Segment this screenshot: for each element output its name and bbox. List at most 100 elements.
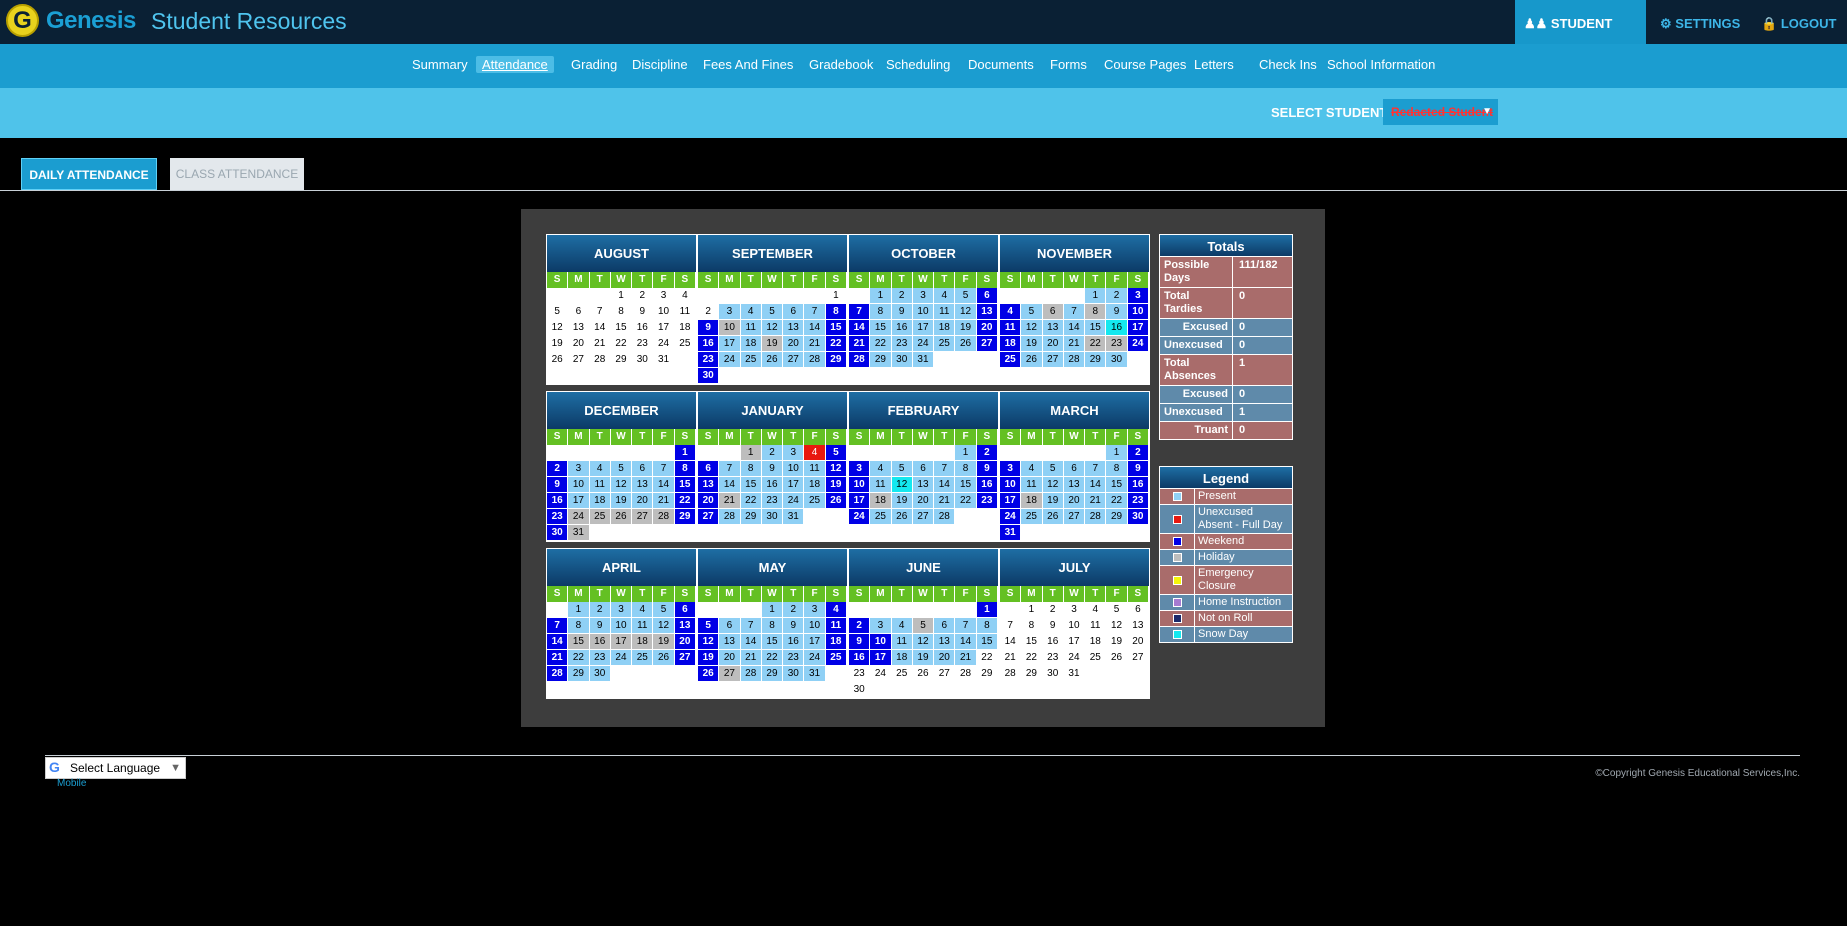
empty-cell xyxy=(870,368,892,384)
menu-item-discipline[interactable]: Discipline xyxy=(626,56,694,73)
tab-daily-attendance[interactable]: Daily Attendance xyxy=(21,158,157,190)
day-cell: 26 xyxy=(610,509,633,525)
empty-cell xyxy=(1127,352,1149,368)
day-cell: 9 xyxy=(849,634,871,650)
month-days: 1 2 3 4 5 6 7 8 9 10 11 12 13 14 15 16 17 18 19 20 21 22 23 24 2… xyxy=(547,445,696,541)
day-cell: 15 xyxy=(976,634,998,650)
weekday-label: W xyxy=(762,586,784,602)
student-select[interactable]: Redacted Student ▼ xyxy=(1383,99,1498,125)
day-cell: 12 xyxy=(1106,618,1128,634)
day-cell: 20 xyxy=(674,634,696,650)
menu-item-attendance[interactable]: Attendance xyxy=(476,56,554,73)
day-cell: 10 xyxy=(804,618,826,634)
weekday-label: M xyxy=(568,586,590,602)
weekday-label: T xyxy=(1085,586,1107,602)
day-cell: 15 xyxy=(955,477,977,493)
day-cell: 10 xyxy=(849,477,871,493)
day-cell: 16 xyxy=(761,477,784,493)
lock-icon: 🔒 xyxy=(1761,16,1778,31)
empty-cell xyxy=(1000,602,1022,618)
day-cell: 31 xyxy=(912,352,935,368)
day-cell: 5 xyxy=(912,618,935,634)
menu-item-school-information[interactable]: School Information xyxy=(1321,56,1441,73)
day-cell: 19 xyxy=(825,477,847,493)
day-cell: 7 xyxy=(849,304,871,320)
day-cell: 31 xyxy=(1063,666,1086,682)
day-cell: 1 xyxy=(976,602,998,618)
day-cell: 13 xyxy=(783,320,805,336)
day-cell: 26 xyxy=(825,493,847,509)
day-cell: 14 xyxy=(719,477,741,493)
day-cell: 8 xyxy=(1021,618,1043,634)
logout-nav[interactable]: 🔒 Logout xyxy=(1752,0,1845,44)
day-cell: 22 xyxy=(1021,650,1043,666)
weekday-label: T xyxy=(741,429,762,445)
menu-item-summary[interactable]: Summary xyxy=(406,56,474,73)
empty-cell xyxy=(849,445,871,461)
empty-cell xyxy=(589,368,611,384)
menu-item-documents[interactable]: Documents xyxy=(962,56,1040,73)
day-cell: 9 xyxy=(891,304,913,320)
day-cell: 2 xyxy=(1106,288,1128,304)
day-cell: 1 xyxy=(1085,288,1107,304)
day-cell: 20 xyxy=(912,493,935,509)
settings-nav[interactable]: ⚙ Settings xyxy=(1651,0,1749,44)
empty-cell xyxy=(698,288,720,304)
day-cell: 24 xyxy=(610,650,633,666)
menu-item-check-ins[interactable]: Check Ins xyxy=(1253,56,1323,73)
language-select[interactable]: G Select Language ▼ xyxy=(45,757,186,779)
menu-item-course-pages[interactable]: Course Pages xyxy=(1098,56,1192,73)
legend-item: Unexcused Absent - Full Day xyxy=(1159,505,1293,534)
day-cell: 21 xyxy=(955,650,977,666)
day-cell: 3 xyxy=(804,602,826,618)
legend-label: Unexcused Absent - Full Day xyxy=(1198,506,1283,531)
empty-cell xyxy=(912,445,935,461)
month-january: January S M T W T F S 1 2 3 4 5 6 7 8 9 10 11 12 13 14 15 16 17 1… xyxy=(697,391,848,542)
day-cell: 21 xyxy=(804,336,826,352)
menu-item-forms[interactable]: Forms xyxy=(1044,56,1093,73)
menu-item-grading[interactable]: Grading xyxy=(565,56,623,73)
weekday-label: M xyxy=(1021,586,1043,602)
empty-cell xyxy=(610,368,633,384)
mobile-link[interactable]: Mobile xyxy=(57,778,86,789)
day-cell: 24 xyxy=(849,509,871,525)
menu-item-scheduling[interactable]: Scheduling xyxy=(880,56,956,73)
chevron-down-icon: ▼ xyxy=(170,762,181,774)
day-cell: 10 xyxy=(610,618,633,634)
day-cell: 17 xyxy=(804,634,826,650)
empty-cell xyxy=(1042,368,1064,384)
day-cell: 6 xyxy=(674,602,696,618)
day-cell: 22 xyxy=(1106,493,1128,509)
totals-label: Total Absences xyxy=(1160,355,1233,385)
month-days: 1 2 3 4 5 6 7 8 9 10 11 12 13 14 15 16 17 18 19 20 21 22 23 24 2… xyxy=(849,445,998,541)
weekday-label: T xyxy=(632,586,654,602)
menu-item-fees-and-fines[interactable]: Fees And Fines xyxy=(697,56,799,73)
legend-swatch xyxy=(1160,489,1195,504)
empty-cell xyxy=(674,525,696,541)
day-cell: 21 xyxy=(740,650,762,666)
empty-cell xyxy=(1021,682,1043,698)
day-cell: 23 xyxy=(891,336,913,352)
weekday-label: S xyxy=(698,586,720,602)
day-cell: 19 xyxy=(610,493,633,509)
menu-item-gradebook[interactable]: Gradebook xyxy=(803,56,879,73)
empty-cell xyxy=(976,368,998,384)
day-cell: 2 xyxy=(849,618,871,634)
day-cell: 31 xyxy=(1000,525,1022,541)
day-cell: 18 xyxy=(589,493,611,509)
day-cell: 12 xyxy=(825,461,847,477)
day-cell: 10 xyxy=(1063,618,1086,634)
day-cell: 17 xyxy=(1063,634,1086,650)
weekday-header: SMTWTFS xyxy=(849,429,998,445)
month-july: July S M T W T F S 1 2 3 4 5 6 7 8 9 10 11 12 13 14 15 16 17 18 19… xyxy=(999,548,1150,699)
empty-cell xyxy=(568,368,590,384)
totals-row: Total Tardies 0 xyxy=(1159,288,1293,319)
day-cell: 24 xyxy=(870,666,892,682)
student-data-nav[interactable]: ♟♟ Student Data xyxy=(1515,0,1646,79)
totals-row: Excused 0 xyxy=(1159,319,1293,337)
tab-class-attendance[interactable]: Class Attendance xyxy=(170,158,304,190)
menu-item-letters[interactable]: Letters xyxy=(1188,56,1240,73)
day-cell: 15 xyxy=(1021,634,1043,650)
day-cell: 27 xyxy=(1063,509,1086,525)
weekday-header: SMTWTFS xyxy=(698,429,847,445)
